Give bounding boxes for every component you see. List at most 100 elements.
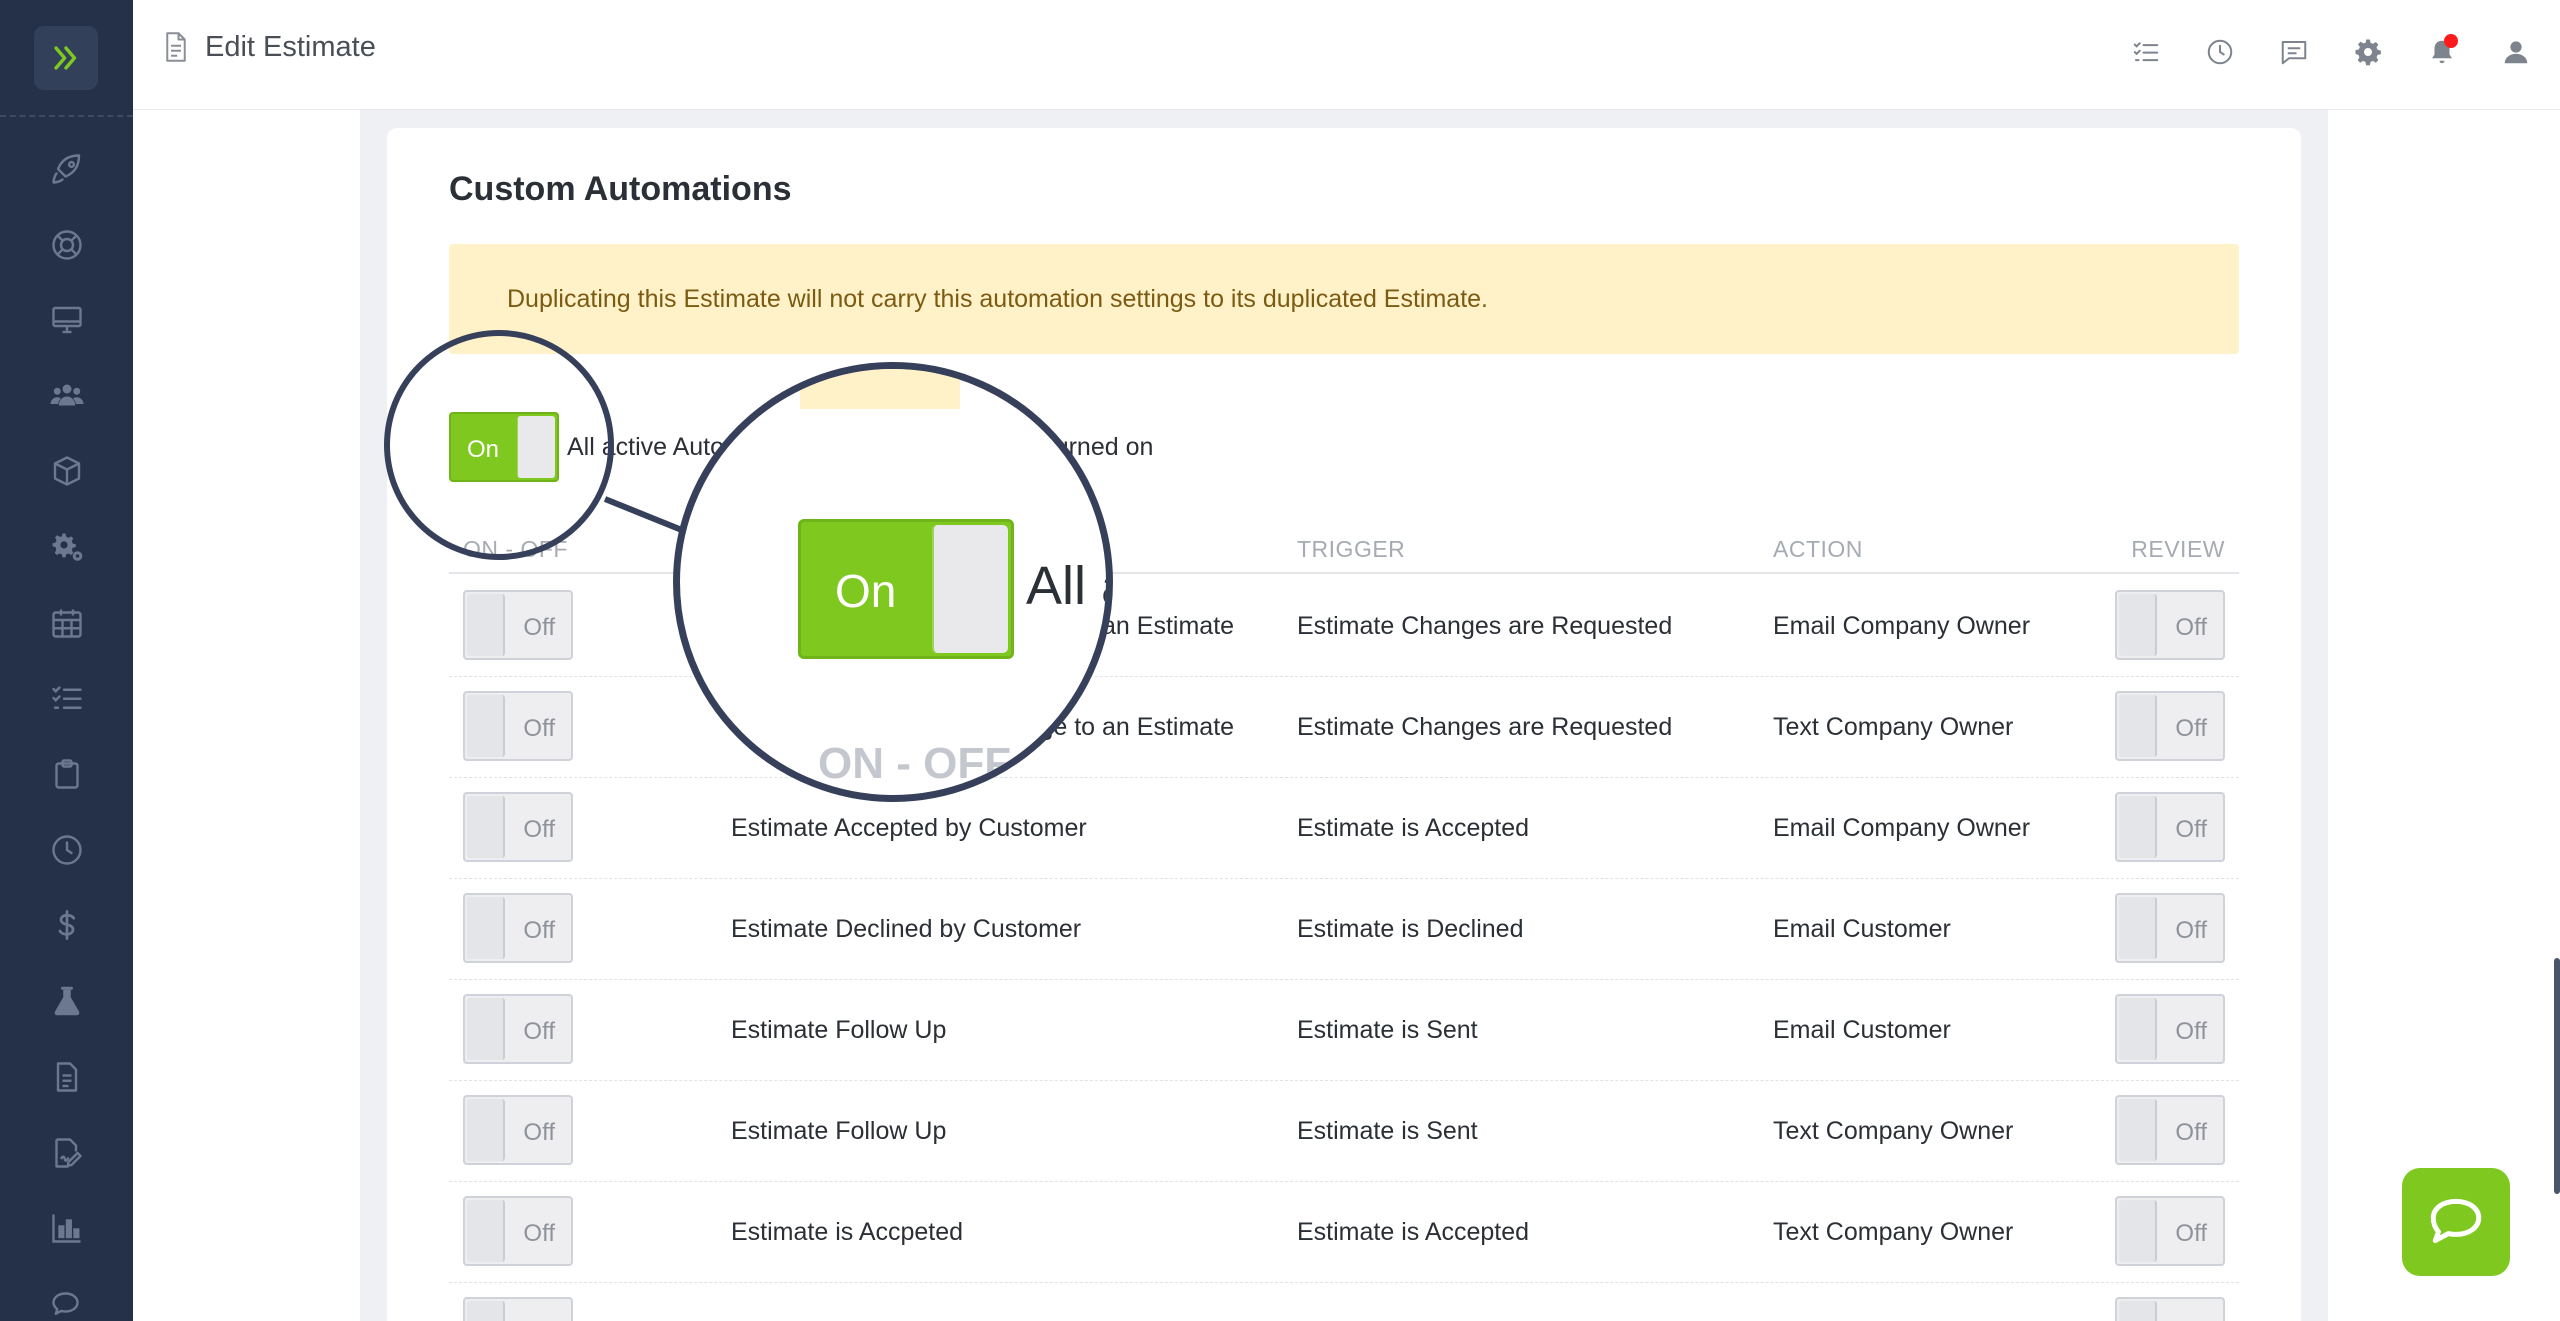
sidebar-item-billing[interactable]: [0, 897, 133, 953]
toggle-knob: [2119, 897, 2157, 959]
page-title: Edit Estimate: [205, 30, 376, 63]
toggle-label: Off: [523, 917, 555, 944]
scrollbar-thumb[interactable]: [2554, 958, 2560, 1194]
automation-trigger: Estimate is Accepted: [1297, 814, 1530, 842]
header-review: REVIEW: [2131, 536, 2225, 562]
expand-sidebar-button[interactable]: [34, 26, 98, 90]
notifications-button[interactable]: [2424, 34, 2460, 70]
sidebar-item-lab[interactable]: [0, 973, 133, 1029]
sidebar: [0, 0, 133, 1321]
toggle-label: Off: [523, 1220, 555, 1247]
sidebar-item-jobs[interactable]: [0, 746, 133, 802]
zoom-master-text: All a: [1026, 556, 1106, 616]
automation-action: Email Company Owner: [1773, 814, 2031, 842]
toggle-knob: [467, 594, 505, 656]
automation-action: Email Company Owner: [1773, 612, 2031, 640]
main-area: Custom Automations Duplicating this Esti…: [133, 110, 2560, 1321]
checklist-icon: [2133, 42, 2159, 62]
chat-icon: [51, 1292, 79, 1315]
tasks-button[interactable]: [2128, 34, 2164, 70]
toggle-label: Off: [2175, 917, 2207, 944]
toggle-label: On: [467, 436, 500, 463]
automation-action: Text Company Owner: [1773, 713, 2014, 741]
review-toggle[interactable]: Off: [2115, 994, 2225, 1064]
review-toggle[interactable]: Off: [2115, 590, 2225, 660]
sidebar-item-calendar[interactable]: [0, 595, 133, 651]
lifebuoy-icon: [51, 230, 82, 260]
toggle-knob: [2119, 594, 2157, 656]
sidebar-item-documents[interactable]: [0, 1049, 133, 1105]
automation-name: Estimate Declined by Customer: [731, 915, 1082, 943]
rocket-icon: [51, 154, 80, 184]
automation-action: Email Customer: [1773, 915, 1951, 943]
toggle-knob: [467, 796, 505, 858]
review-toggle[interactable]: Off: [2115, 691, 2225, 761]
settings-button[interactable]: [2350, 34, 2386, 70]
header-on-off: ON - OFF: [463, 536, 568, 562]
toggle-knob: [2119, 796, 2157, 858]
automation-toggle[interactable]: Off: [463, 792, 573, 862]
page-title-wrap: Edit Estimate: [161, 30, 376, 64]
toggle-label: Off: [523, 715, 555, 742]
toggle-label: Off: [523, 816, 555, 843]
toggle-label: Off: [2175, 816, 2207, 843]
sidebar-item-customers[interactable]: [0, 367, 133, 423]
automation-action: Text Company Owner: [1773, 1117, 2014, 1145]
list-check-icon: [51, 686, 82, 709]
toggle-knob: [2119, 998, 2157, 1060]
sidebar-item-products[interactable]: [0, 443, 133, 499]
toggle-knob: [2119, 1200, 2157, 1262]
comments-button[interactable]: [2276, 34, 2312, 70]
review-toggle[interactable]: [2115, 1297, 2225, 1321]
sidebar-item-dashboard[interactable]: [0, 292, 133, 348]
users-icon: [50, 384, 83, 406]
automation-trigger: Estimate is Declined: [1297, 915, 1524, 943]
gears-icon: [52, 533, 82, 561]
toggle-label: Off: [2175, 1220, 2207, 1247]
page-scrollbar[interactable]: [2554, 110, 2560, 1321]
sidebar-item-support[interactable]: [0, 217, 133, 273]
table-row: Off Estimate Accepted by Customer Estima…: [449, 778, 2239, 879]
automation-action: Email Customer: [1773, 1016, 1951, 1044]
toggle-knob: [467, 1099, 505, 1161]
chat-bubble-icon: [2430, 1198, 2482, 1244]
toggle-knob: [467, 1301, 505, 1321]
automation-name: Estimate Follow Up: [731, 1117, 947, 1145]
sidebar-item-reports[interactable]: [0, 1200, 133, 1256]
automation-toggle[interactable]: Off: [463, 1095, 573, 1165]
sidebar-item-launch[interactable]: [0, 141, 133, 197]
toggle-label: Off: [2175, 614, 2207, 641]
sidebar-item-contracts[interactable]: [0, 1125, 133, 1181]
history-button[interactable]: [2202, 34, 2238, 70]
top-header: Edit Estimate: [133, 0, 2560, 110]
zoom-toggle-knob: [932, 525, 1008, 653]
zoom-notice-band: [800, 369, 960, 409]
sidebar-item-settings[interactable]: [0, 519, 133, 575]
automation-toggle[interactable]: Off: [463, 893, 573, 963]
header-action: ACTION: [1773, 536, 1863, 562]
review-toggle[interactable]: Off: [2115, 1095, 2225, 1165]
table-row: Off Estimate is Accpeted Estimate is Acc…: [449, 1182, 2239, 1283]
sidebar-item-time[interactable]: [0, 822, 133, 878]
review-toggle[interactable]: Off: [2115, 1196, 2225, 1266]
monitor-icon: [51, 306, 82, 334]
user-menu-button[interactable]: [2498, 34, 2534, 70]
automation-toggle[interactable]: Off: [463, 590, 573, 660]
master-toggle[interactable]: On: [449, 412, 559, 482]
automation-toggle[interactable]: Off: [463, 1196, 573, 1266]
live-chat-button[interactable]: [2402, 1168, 2510, 1276]
sidebar-item-messages[interactable]: [0, 1276, 133, 1321]
custom-automations-card: Custom Automations Duplicating this Esti…: [387, 128, 2301, 1321]
automation-toggle[interactable]: Off: [463, 691, 573, 761]
review-toggle[interactable]: Off: [2115, 893, 2225, 963]
clipboard-icon: [54, 759, 79, 789]
review-toggle[interactable]: Off: [2115, 792, 2225, 862]
automation-toggle[interactable]: [463, 1297, 573, 1321]
toggle-knob: [2119, 1301, 2157, 1321]
card-title: Custom Automations: [449, 170, 792, 208]
automation-toggle[interactable]: Off: [463, 994, 573, 1064]
duplicate-notice: Duplicating this Estimate will not carry…: [449, 244, 2239, 354]
sidebar-item-tasks[interactable]: [0, 670, 133, 726]
flask-icon: [54, 986, 79, 1016]
toggle-knob: [517, 416, 555, 478]
